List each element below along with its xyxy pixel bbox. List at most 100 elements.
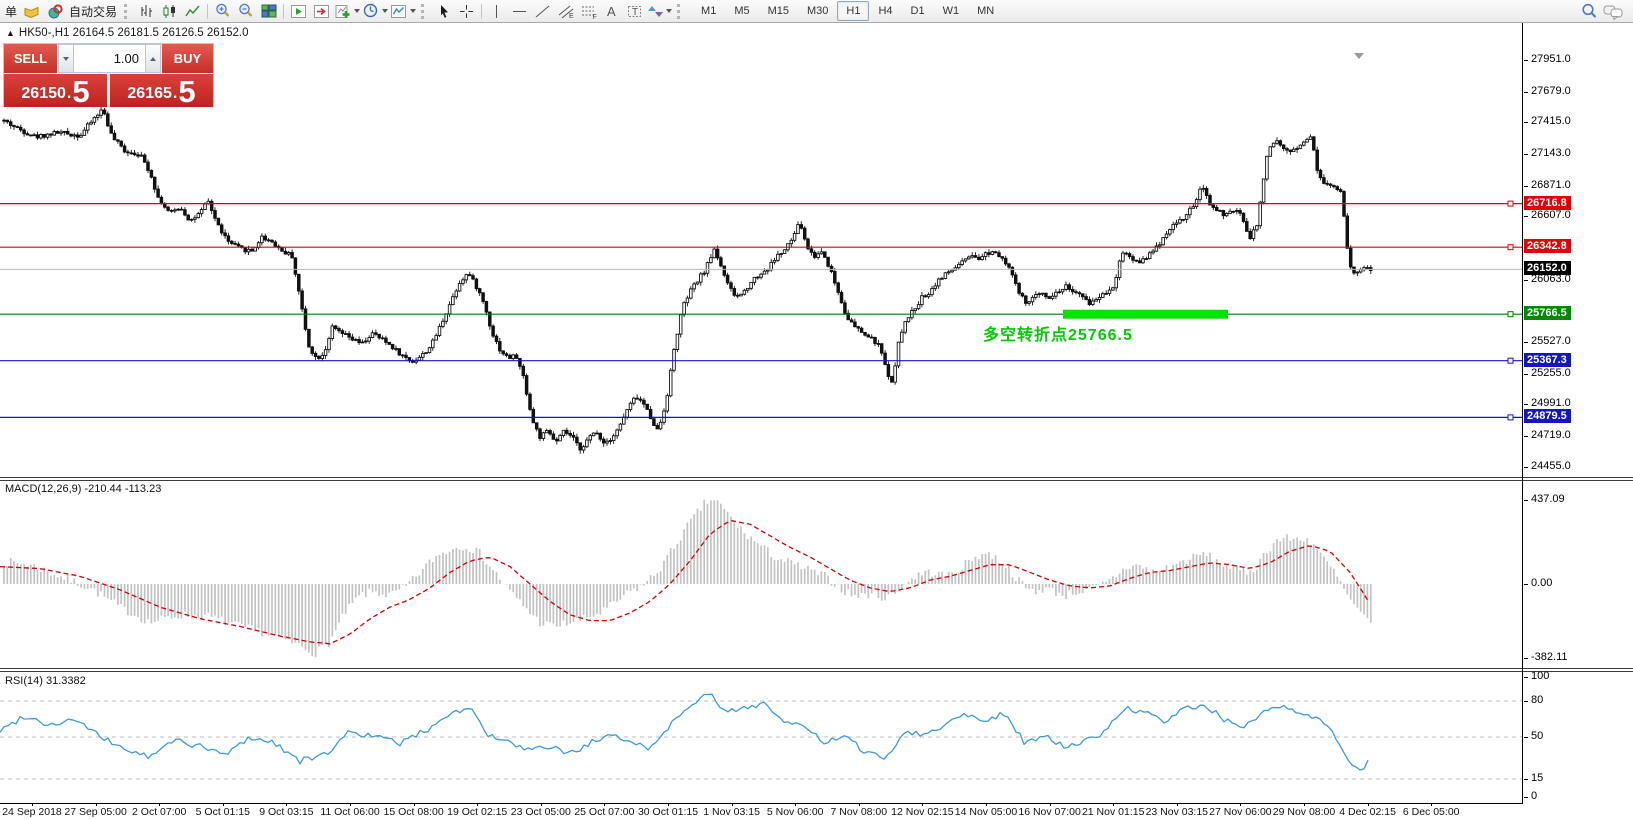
timeframe-mn[interactable]: MN bbox=[968, 1, 1003, 21]
sell-price-pips: 5 bbox=[72, 73, 90, 109]
dropdown-caret-icon[interactable] bbox=[666, 9, 673, 13]
auto-scroll-icon[interactable] bbox=[288, 1, 309, 21]
date-label: 16 Nov 07:00 bbox=[1018, 806, 1081, 818]
macd-tick-label: -382.11 bbox=[1531, 650, 1568, 663]
fibonacci-icon[interactable]: F bbox=[578, 1, 599, 21]
timeframe-m5[interactable]: M5 bbox=[725, 1, 758, 21]
toolbar-grip bbox=[677, 3, 684, 19]
price-tick-label: 25527.0 bbox=[1531, 335, 1571, 348]
tile-windows-icon[interactable] bbox=[258, 1, 279, 21]
timeframe-h4[interactable]: H4 bbox=[869, 1, 901, 21]
price-tick-mark bbox=[1524, 91, 1528, 93]
date-label: 5 Oct 01:15 bbox=[195, 806, 250, 818]
timeframe-m30[interactable]: M30 bbox=[798, 1, 837, 21]
chat-icon[interactable] bbox=[1602, 1, 1624, 21]
macd-label: MACD(12,26,9) -210.44 -113.23 bbox=[5, 483, 162, 495]
buy-button[interactable]: BUY bbox=[161, 44, 213, 73]
search-icon[interactable] bbox=[1579, 1, 1600, 21]
trendline-icon[interactable] bbox=[532, 1, 553, 21]
date-label: 12 Nov 02:15 bbox=[891, 806, 954, 818]
macd-panel[interactable]: MACD(12,26,9) -210.44 -113.23 bbox=[0, 481, 1633, 668]
rsi-tick-mark bbox=[1524, 797, 1528, 798]
volume-decrease-button[interactable] bbox=[58, 44, 74, 73]
zoom-in-icon[interactable] bbox=[212, 1, 233, 21]
line-chart-icon[interactable] bbox=[182, 1, 203, 21]
candlestick-chart-icon[interactable] bbox=[159, 1, 180, 21]
add-indicator-icon[interactable] bbox=[334, 1, 361, 21]
date-label: 19 Oct 02:15 bbox=[447, 806, 508, 818]
volume-increase-button[interactable] bbox=[145, 44, 161, 73]
price-line-label: 26342.8 bbox=[1524, 239, 1571, 254]
date-label: 29 Nov 08:00 bbox=[1272, 806, 1336, 818]
macd-chart[interactable] bbox=[0, 481, 1522, 668]
timeframe-m15[interactable]: M15 bbox=[759, 1, 798, 21]
price-line-label: 24879.5 bbox=[1524, 409, 1571, 424]
periods-clock-icon[interactable] bbox=[362, 1, 389, 21]
rsi-chart[interactable] bbox=[0, 672, 1522, 803]
rsi-tick-mark bbox=[1524, 677, 1528, 678]
price-line-label: 26716.8 bbox=[1524, 195, 1571, 210]
orders-label: 单 bbox=[5, 4, 18, 19]
dropdown-caret-icon[interactable] bbox=[410, 9, 417, 13]
dropdown-caret-icon[interactable] bbox=[354, 9, 361, 13]
chart-shift-marker-icon[interactable] bbox=[1354, 53, 1364, 59]
macd-tick-mark bbox=[1524, 499, 1528, 501]
candlestick-chart[interactable] bbox=[0, 23, 1522, 477]
price-tick-mark bbox=[1524, 60, 1528, 61]
timeframe-group: M1 M5 M15 M30 H1 H4 D1 W1 MN bbox=[692, 1, 1003, 21]
date-label: 14 Nov 05:00 bbox=[954, 806, 1018, 818]
date-label: 23 Nov 03:15 bbox=[1145, 806, 1209, 818]
timeframe-w1[interactable]: W1 bbox=[934, 1, 969, 21]
price-line-label: 25367.3 bbox=[1524, 352, 1571, 367]
autotrading-icon[interactable] bbox=[44, 1, 65, 21]
chart-shift-icon[interactable] bbox=[311, 1, 332, 21]
price-tick-label: 27143.0 bbox=[1531, 147, 1571, 160]
rsi-tick-label: 80 bbox=[1531, 694, 1544, 706]
price-tick-mark bbox=[1524, 185, 1528, 187]
price-tick-label: 25255.0 bbox=[1531, 366, 1571, 379]
timeframe-d1[interactable]: D1 bbox=[902, 1, 934, 21]
buy-price-pips: 5 bbox=[178, 73, 196, 109]
price-tick-mark bbox=[1524, 436, 1528, 438]
text-label-icon[interactable]: T bbox=[624, 1, 645, 21]
macd-tick-label: 437.09 bbox=[1531, 492, 1565, 505]
volume-input[interactable]: 1.00 bbox=[74, 44, 145, 73]
price-tick-label: 27415.0 bbox=[1531, 115, 1571, 128]
zoom-out-icon[interactable] bbox=[235, 1, 256, 21]
equidistant-channel-icon[interactable]: E bbox=[555, 1, 576, 21]
autotrading-label[interactable]: 自动交易 bbox=[69, 3, 117, 20]
horizontal-line-icon[interactable] bbox=[509, 1, 530, 21]
rsi-tick-mark bbox=[1524, 701, 1528, 702]
timeframe-h1[interactable]: H1 bbox=[837, 1, 870, 21]
bar-chart-icon[interactable] bbox=[136, 1, 157, 21]
cursor-icon[interactable] bbox=[433, 1, 454, 21]
date-label: 23 Oct 05:00 bbox=[510, 806, 571, 818]
arrows-shapes-icon[interactable] bbox=[647, 1, 673, 21]
price-tick-mark bbox=[1524, 216, 1528, 218]
vertical-line-icon[interactable] bbox=[486, 1, 507, 21]
toolbar-separator bbox=[207, 3, 209, 19]
rsi-tick-label: 100 bbox=[1531, 670, 1550, 682]
sell-quote[interactable]: 26150 . 5 bbox=[4, 74, 107, 107]
templates-icon[interactable] bbox=[390, 1, 417, 21]
collapse-marker-icon[interactable]: ▲ bbox=[6, 28, 15, 38]
date-label: 27 Sep 05:00 bbox=[64, 806, 127, 818]
price-chart-panel[interactable]: ▲ HK50-,H1 26164.5 26181.5 26126.5 26152.… bbox=[0, 23, 1633, 477]
date-label: 21 Nov 01:15 bbox=[1081, 806, 1145, 818]
price-line-label: 25766.5 bbox=[1524, 306, 1571, 321]
date-label: 11 Oct 06:00 bbox=[320, 806, 380, 818]
text-icon[interactable]: A bbox=[601, 1, 622, 21]
price-tick-mark bbox=[1524, 342, 1528, 344]
timeframe-m1[interactable]: M1 bbox=[692, 1, 725, 21]
crosshair-icon[interactable] bbox=[456, 1, 477, 21]
svg-text:E: E bbox=[569, 13, 574, 20]
price-tick-mark bbox=[1524, 373, 1528, 375]
pivot-annotation[interactable]: 多空转折点25766.5 bbox=[983, 321, 1133, 345]
dropdown-caret-icon[interactable] bbox=[382, 9, 389, 13]
rsi-panel[interactable]: RSI(14) 31.3382 bbox=[0, 672, 1633, 803]
sell-button[interactable]: SELL bbox=[4, 44, 58, 73]
trading-terminal: 单 自动交易 E F A T M1 M5 M15 M30 H1 H4 D1 W1… bbox=[0, 0, 1633, 819]
journal-icon[interactable] bbox=[21, 1, 42, 21]
buy-quote[interactable]: 26165 . 5 bbox=[110, 74, 213, 107]
date-label: 24 Sep 2018 bbox=[2, 806, 62, 818]
